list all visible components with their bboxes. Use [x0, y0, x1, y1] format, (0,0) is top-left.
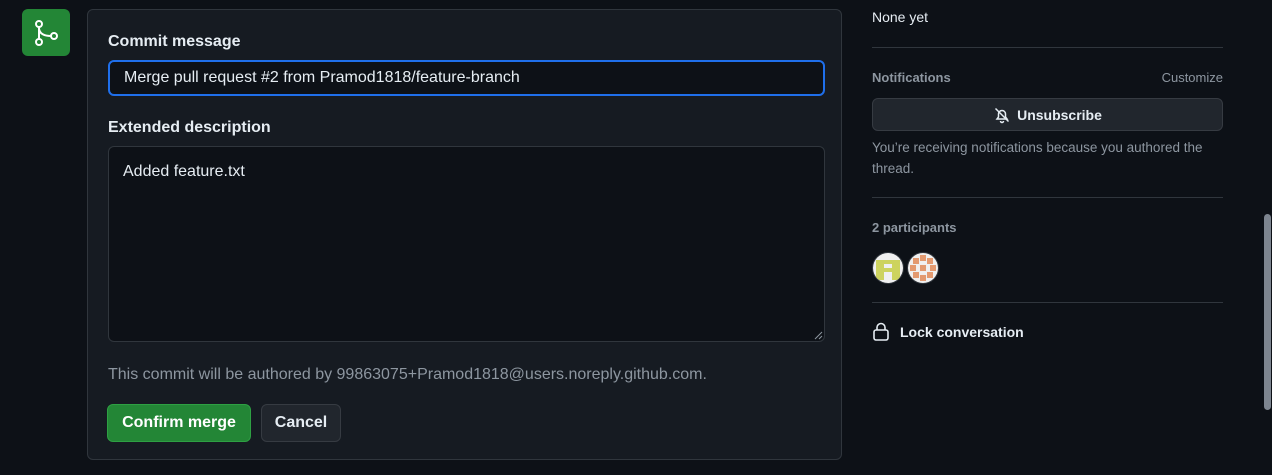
git-merge-icon: [35, 19, 58, 46]
sidebar-divider: [872, 302, 1223, 303]
participants-heading: 2 participants: [872, 220, 957, 235]
notifications-heading: Notifications: [872, 70, 951, 85]
lock-conversation-label: Lock conversation: [900, 324, 1024, 340]
customize-link[interactable]: Customize: [1162, 70, 1223, 85]
notification-reason: You’re receiving notifications because y…: [872, 140, 1203, 176]
resize-handle-icon[interactable]: [813, 330, 823, 340]
sidebar-divider: [872, 197, 1223, 198]
merge-form: Commit message Extended description Adde…: [87, 9, 842, 460]
merge-status-badge: [22, 9, 70, 56]
cancel-button[interactable]: Cancel: [261, 404, 341, 442]
participant-avatar[interactable]: [908, 253, 938, 283]
pr-sidebar: None yet Notifications Customize Unsubsc…: [872, 0, 1223, 475]
unsubscribe-label: Unsubscribe: [1017, 106, 1102, 123]
scrollbar-thumb[interactable]: [1264, 214, 1271, 410]
confirm-merge-button[interactable]: Confirm merge: [107, 404, 251, 442]
extended-description-label: Extended description: [108, 119, 271, 136]
sidebar-divider: [872, 47, 1223, 48]
commit-message-input[interactable]: [108, 60, 825, 96]
participant-avatar[interactable]: [873, 253, 903, 283]
lock-conversation-link[interactable]: Lock conversation: [872, 322, 1024, 342]
extended-description-textarea[interactable]: Added feature.txt: [108, 146, 825, 342]
lock-icon: [873, 322, 889, 341]
unsubscribe-button[interactable]: Unsubscribe: [872, 98, 1223, 131]
commit-message-label: Commit message: [108, 33, 241, 50]
milestone-value: None yet: [872, 9, 929, 25]
bell-slash-icon: [995, 107, 1010, 123]
commit-author-note: This commit will be authored by 99863075…: [108, 366, 707, 383]
